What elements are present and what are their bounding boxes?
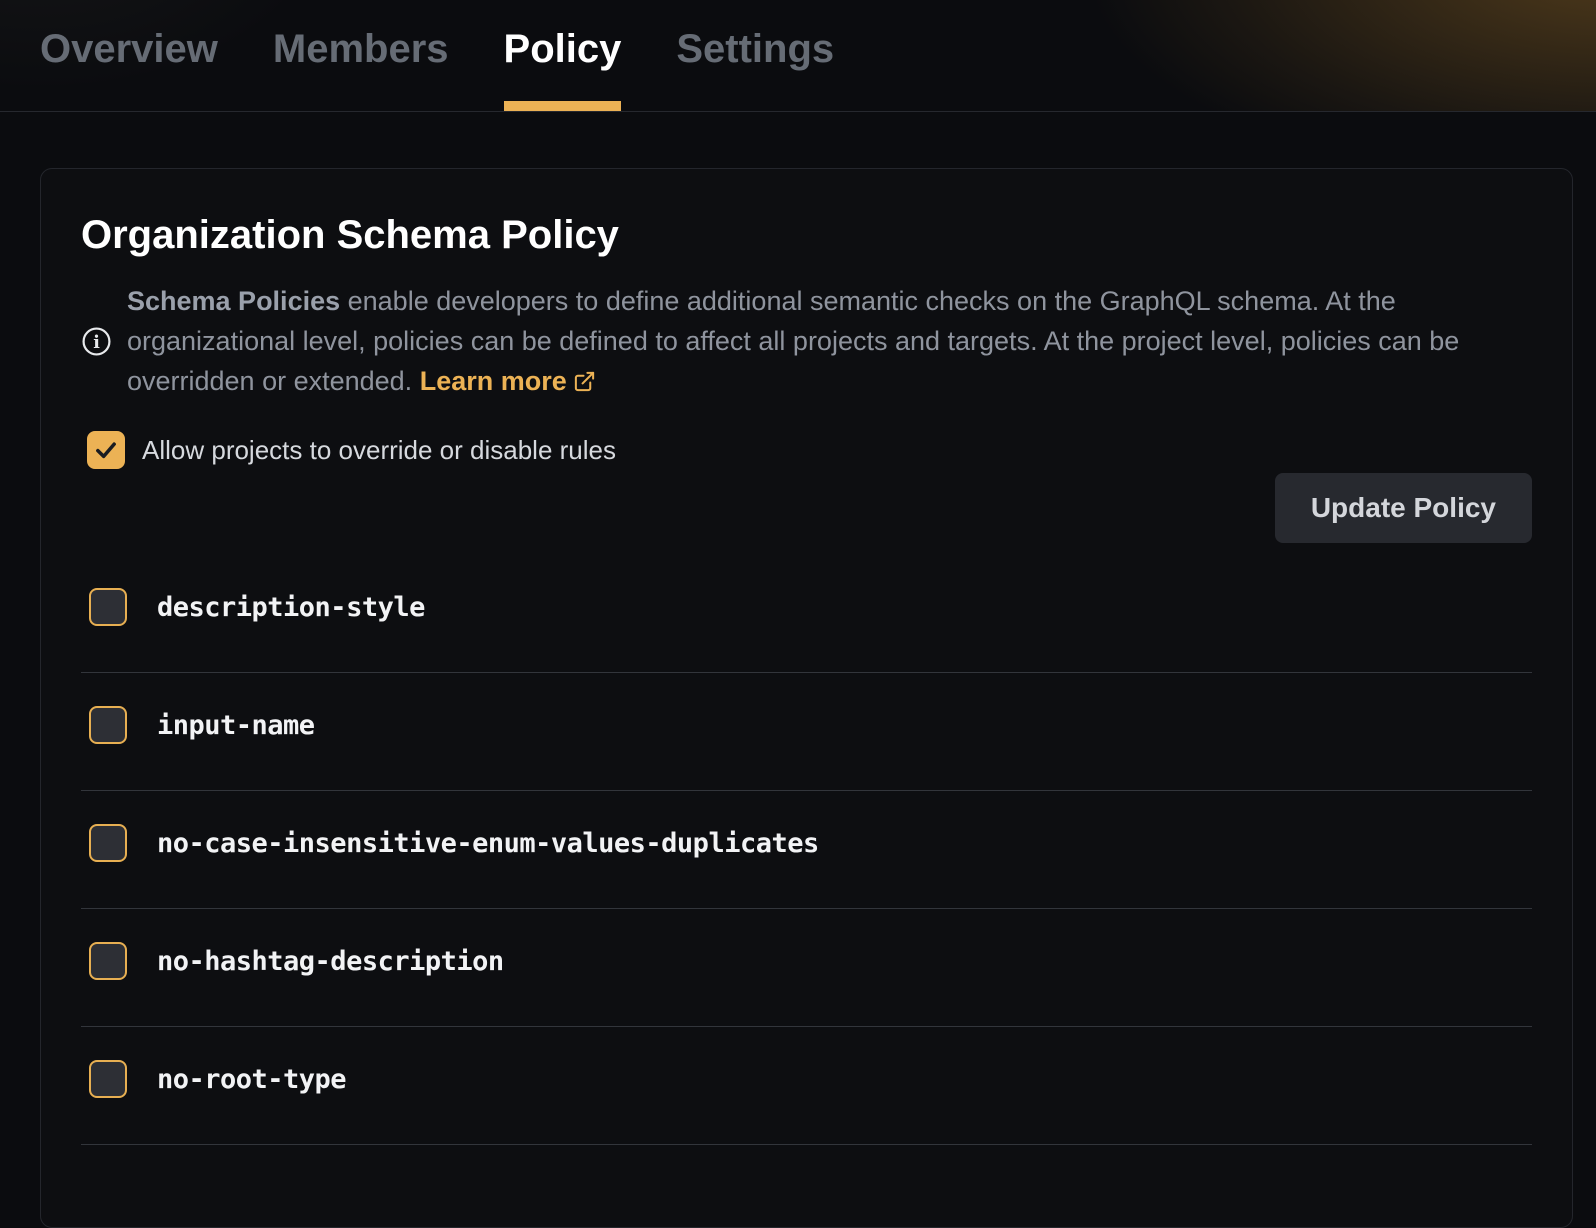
tab-settings[interactable]: Settings [676,0,834,111]
header: Overview Members Policy Settings [0,0,1596,112]
update-policy-button[interactable]: Update Policy [1275,473,1532,543]
rule-name: no-root-type [157,1064,346,1095]
rule-name: description-style [157,592,425,623]
tab-label: Settings [676,27,834,72]
tab-label: Overview [40,27,218,72]
checkmark-icon [92,436,120,464]
tab-policy[interactable]: Policy [504,0,622,111]
page-title: Organization Schema Policy [81,211,1532,259]
tab-overview[interactable]: Overview [40,0,218,111]
policy-description: i Schema Policies enable developers to d… [81,281,1532,401]
tab-members[interactable]: Members [273,0,449,111]
rule-name: no-hashtag-description [157,946,504,977]
rule-row: description-style [81,555,1532,673]
rule-row: no-case-insensitive-enum-values-duplicat… [81,791,1532,909]
policy-card: Organization Schema Policy i Schema Poli… [40,168,1573,1228]
tab-label: Members [273,27,449,72]
rule-checkbox[interactable] [89,588,127,626]
external-link-icon [573,370,596,393]
active-tab-underline [504,101,622,111]
rule-name: input-name [157,710,315,741]
allow-override-row: Allow projects to override or disable ru… [87,431,1532,469]
allow-override-label: Allow projects to override or disable ru… [142,435,616,466]
rules-list: description-style input-name no-case-ins… [81,555,1532,1145]
rule-checkbox[interactable] [89,706,127,744]
rule-checkbox[interactable] [89,824,127,862]
rule-checkbox[interactable] [89,942,127,980]
tab-bar: Overview Members Policy Settings [0,0,1596,111]
rule-row: input-name [81,673,1532,791]
tab-label: Policy [504,27,622,72]
learn-more-link[interactable]: Learn more [420,366,596,396]
allow-override-checkbox[interactable] [87,431,125,469]
description-lead: Schema Policies [127,286,340,316]
rule-row: no-root-type [81,1027,1532,1145]
rule-checkbox[interactable] [89,1060,127,1098]
rule-name: no-case-insensitive-enum-values-duplicat… [157,828,819,859]
svg-text:i: i [93,332,100,352]
info-circle-icon: i [81,326,112,357]
rule-row: no-hashtag-description [81,909,1532,1027]
